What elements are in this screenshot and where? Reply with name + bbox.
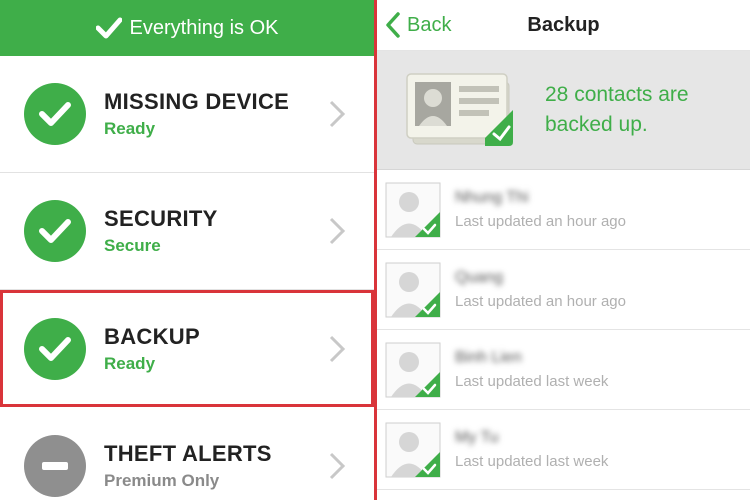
chevron-right-icon xyxy=(329,335,346,362)
contact-row[interactable]: Binh Lien Last updated last week xyxy=(377,330,750,410)
row-title: SECURITY xyxy=(104,206,218,231)
person-avatar-icon xyxy=(385,182,441,237)
minus-icon xyxy=(24,434,86,497)
status-banner: Everything is OK xyxy=(0,0,374,56)
contact-card-icon xyxy=(406,73,513,146)
status-panel: Everything is OK MISSING DEVICE Ready SE… xyxy=(0,0,374,500)
chevron-right-icon xyxy=(329,100,346,128)
check-icon xyxy=(95,17,122,39)
backup-panel: Back Backup 28 contacts are backed up. N… xyxy=(377,0,750,500)
contact-name: My Tu xyxy=(455,429,499,446)
person-avatar-icon xyxy=(385,422,441,477)
contact-updated: Last updated an hour ago xyxy=(455,293,626,310)
contact-row[interactable]: Nhung Thi Last updated an hour ago xyxy=(377,170,750,250)
person-avatar-icon xyxy=(385,262,441,317)
back-button[interactable]: Back xyxy=(385,12,451,38)
chevron-right-icon xyxy=(329,217,346,245)
row-status: Ready xyxy=(104,119,156,138)
contact-name: Quang xyxy=(455,269,504,286)
backup-summary: 28 contacts are backed up. xyxy=(377,51,750,170)
summary-text: 28 contacts are backed up. xyxy=(545,83,689,136)
row-theft-alerts[interactable]: THEFT ALERTS Premium Only xyxy=(0,407,374,500)
contact-updated: Last updated last week xyxy=(455,453,609,470)
check-icon xyxy=(24,83,86,145)
contact-updated: Last updated an hour ago xyxy=(455,213,626,230)
nav-bar: Back Backup xyxy=(377,0,750,51)
back-label: Back xyxy=(407,13,452,36)
row-title: BACKUP xyxy=(104,323,200,349)
contact-name: Binh Lien xyxy=(455,349,522,366)
check-icon xyxy=(24,317,86,380)
check-icon xyxy=(24,200,86,262)
chevron-left-icon xyxy=(386,12,400,38)
row-status: Secure xyxy=(104,236,161,255)
person-avatar-icon xyxy=(385,342,441,397)
contact-row[interactable]: Quang Last updated an hour ago xyxy=(377,250,750,330)
row-backup[interactable]: BACKUP Ready xyxy=(0,290,374,407)
contact-updated: Last updated last week xyxy=(455,373,609,390)
chevron-right-icon xyxy=(329,452,346,479)
row-security[interactable]: SECURITY Secure xyxy=(0,173,374,290)
row-status: Ready xyxy=(104,353,156,373)
row-missing-device[interactable]: MISSING DEVICE Ready xyxy=(0,56,374,173)
contact-name: Nhung Thi xyxy=(455,189,529,206)
status-banner-text: Everything is OK xyxy=(129,16,279,39)
row-title: THEFT ALERTS xyxy=(104,440,272,466)
contact-row[interactable]: My Tu Last updated last week xyxy=(377,410,750,490)
row-status: Premium Only xyxy=(104,470,220,490)
row-title: MISSING DEVICE xyxy=(104,89,290,114)
